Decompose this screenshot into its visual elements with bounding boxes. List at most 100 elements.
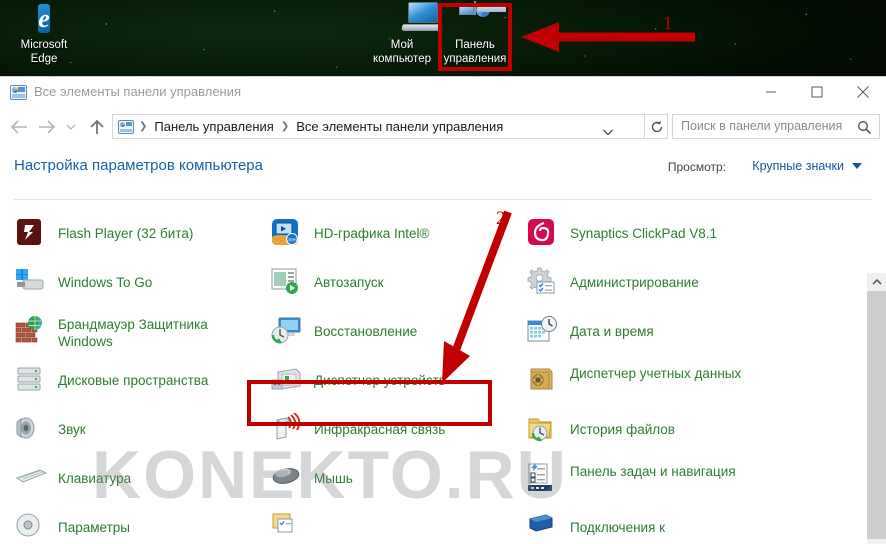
item-label: Дисковые пространства xyxy=(58,373,209,388)
sound-icon xyxy=(14,413,50,447)
svg-text:intel: intel xyxy=(287,238,296,244)
item-label: Автозапуск xyxy=(314,275,384,290)
desktop-background: e Microsoft Edge Мой компьютер Панель уп… xyxy=(0,0,886,80)
annotation-number-1: 1 xyxy=(663,13,673,34)
intel-hd-graphics-icon: intel xyxy=(270,217,306,251)
administrative-tools-icon xyxy=(526,266,562,300)
storage-spaces-icon xyxy=(14,364,50,398)
item-label: Администрирование xyxy=(570,275,699,290)
control-panel-item-synaptics-clickpad[interactable]: Synaptics ClickPad V8.1 xyxy=(512,217,812,266)
maximize-button[interactable] xyxy=(794,77,840,107)
page-title: Настройка параметров компьютера xyxy=(14,157,263,174)
desktop-icon-microsoft-edge[interactable]: e Microsoft Edge xyxy=(0,2,88,66)
control-panel-icon xyxy=(10,85,27,100)
desktop-icon-label: Мой xyxy=(390,39,414,51)
desktop-icon-label: компьютер xyxy=(373,52,431,65)
search-input[interactable]: Поиск в панели управления xyxy=(672,114,880,139)
item-label: Дата и время xyxy=(570,324,654,339)
control-panel-item-mouse[interactable]: Мышь xyxy=(256,462,512,511)
pen-touch-icon xyxy=(270,511,306,544)
mouse-icon xyxy=(270,462,306,496)
windows-to-go-icon xyxy=(14,266,50,300)
annotation-highlight-control-panel xyxy=(438,3,512,71)
address-bar[interactable]: ❯ Панель управления ❯ Все элементы панел… xyxy=(112,114,645,139)
item-label: Flash Player (32 бита) xyxy=(58,226,194,241)
item-label: Панель задач и навигация xyxy=(570,464,736,479)
close-button[interactable] xyxy=(840,77,886,107)
annotation-number-2: 2 xyxy=(496,208,506,229)
up-button[interactable] xyxy=(84,114,110,140)
control-panel-item-storage-spaces[interactable]: Дисковые пространства xyxy=(0,364,256,413)
forward-button[interactable] xyxy=(34,114,60,140)
control-panel-item-remoteapp[interactable]: Подключения к xyxy=(512,511,812,544)
breadcrumb-separator: ❯ xyxy=(139,121,148,132)
control-panel-item-flash-player[interactable]: Flash Player (32 бита) xyxy=(0,217,256,266)
item-label: Инфракрасная связь xyxy=(314,422,446,437)
control-panel-item-keyboard[interactable]: Клавиатура xyxy=(0,462,256,511)
minimize-button[interactable] xyxy=(748,77,794,107)
control-panel-item-taskbar-navigation[interactable]: Панель задач и навигация xyxy=(512,462,812,511)
windows-firewall-icon xyxy=(14,315,50,349)
control-panel-item-pen-touch[interactable] xyxy=(256,511,512,544)
item-label: Брандмауэр Защитника Windows xyxy=(58,317,208,349)
control-panel-item-credential-manager[interactable]: Диспетчер учетных данных xyxy=(512,364,812,413)
content-header: Настройка параметров компьютера Просмотр… xyxy=(0,144,886,190)
device-manager-icon xyxy=(270,364,306,398)
microsoft-edge-icon: e xyxy=(38,4,50,33)
desktop-icon-label: Edge xyxy=(30,52,58,65)
item-label: Восстановление xyxy=(314,324,418,339)
control-panel-item-date-and-time[interactable]: Дата и время xyxy=(512,315,812,364)
item-label: Диспетчер устройств xyxy=(314,373,446,388)
remoteapp-icon xyxy=(526,511,562,544)
item-label: Диспетчер учетных данных xyxy=(570,366,742,381)
item-label: Windows To Go xyxy=(58,275,153,290)
chevron-down-icon[interactable] xyxy=(852,163,862,169)
recent-locations-button[interactable] xyxy=(62,114,80,140)
settings-icon xyxy=(14,511,50,544)
window-title-bar: Все элементы панели управления xyxy=(0,77,886,110)
view-dropdown[interactable]: Крупные значки xyxy=(752,159,844,173)
view-label: Просмотр: xyxy=(667,160,726,174)
item-label: Клавиатура xyxy=(58,471,132,486)
keyboard-icon xyxy=(14,462,50,496)
search-placeholder: Поиск в панели управления xyxy=(681,119,843,133)
item-label: Synaptics ClickPad V8.1 xyxy=(570,226,718,241)
scrollbar-up-button[interactable] xyxy=(867,273,886,291)
item-label: Подключения к xyxy=(570,520,666,535)
recovery-icon xyxy=(270,315,306,349)
item-label: Звук xyxy=(58,422,86,437)
chevron-down-icon[interactable] xyxy=(598,119,618,144)
control-panel-item-infrared[interactable]: Инфракрасная связь xyxy=(256,413,512,462)
control-panel-item-file-history[interactable]: История файлов xyxy=(512,413,812,462)
control-panel-item-windows-firewall[interactable]: Брандмауэр Защитника Windows xyxy=(0,315,256,364)
control-panel-icon xyxy=(118,119,134,134)
item-label: Параметры xyxy=(58,520,130,535)
date-and-time-icon xyxy=(526,315,562,349)
control-panel-item-sound[interactable]: Звук xyxy=(0,413,256,462)
item-label: История файлов xyxy=(570,422,675,437)
synaptics-clickpad-icon xyxy=(526,217,562,251)
breadcrumb-all-items[interactable]: Все элементы панели управления xyxy=(294,119,505,134)
item-label: HD-графика Intel® xyxy=(314,226,430,241)
navigation-bar: ❯ Панель управления ❯ Все элементы панел… xyxy=(0,110,886,144)
taskbar-navigation-icon xyxy=(526,462,562,496)
scrollbar-thumb[interactable] xyxy=(867,291,886,539)
item-label: Мышь xyxy=(314,471,353,486)
file-history-icon xyxy=(526,413,562,447)
desktop-icon-label: Microsoft xyxy=(20,39,68,51)
control-panel-item-administrative-tools[interactable]: Администрирование xyxy=(512,266,812,315)
back-button[interactable] xyxy=(6,114,32,140)
window-title: Все элементы панели управления xyxy=(34,84,242,99)
control-panel-item-windows-to-go[interactable]: Windows To Go xyxy=(0,266,256,315)
autoplay-icon xyxy=(270,266,306,300)
vertical-scrollbar[interactable] xyxy=(867,273,886,544)
credential-manager-icon xyxy=(526,364,562,398)
control-panel-item-settings[interactable]: Параметры xyxy=(0,511,256,544)
breadcrumb-control-panel[interactable]: Панель управления xyxy=(152,119,275,134)
header-divider xyxy=(14,199,872,200)
breadcrumb-separator: ❯ xyxy=(280,121,290,132)
annotation-arrow-2 xyxy=(442,210,512,383)
search-icon[interactable] xyxy=(857,120,872,140)
infrared-icon xyxy=(270,413,306,447)
refresh-icon[interactable] xyxy=(646,114,668,139)
